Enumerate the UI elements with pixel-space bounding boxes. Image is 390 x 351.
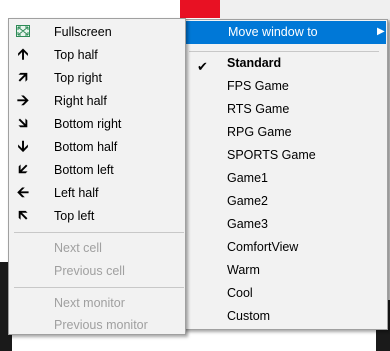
- position-label-left-half: Left half: [54, 186, 99, 200]
- move-window-to-label: Move window to: [228, 25, 318, 39]
- position-item-bottom-left[interactable]: 🡯 Bottom left: [9, 159, 185, 182]
- arrow-up-icon: 🡩: [17, 46, 29, 63]
- preset-item-cool[interactable]: Cool: [227, 282, 377, 305]
- position-label-top-left: Top left: [54, 209, 95, 223]
- position-item-left-half[interactable]: 🡨 Left half: [9, 182, 185, 205]
- position-item-fullscreen[interactable]: Fullscreen: [9, 21, 185, 44]
- previous-cell-label: Previous cell: [54, 264, 125, 278]
- next-cell-label: Next cell: [54, 241, 102, 255]
- position-label-top-right: Top right: [54, 71, 102, 85]
- position-label-top-half: Top half: [54, 48, 98, 62]
- preset-item-custom[interactable]: Custom: [227, 305, 377, 328]
- preset-item-game1[interactable]: Game1: [227, 167, 377, 190]
- position-item-top-right[interactable]: 🡭 Top right: [9, 67, 185, 90]
- preset-item-game3[interactable]: Game3: [227, 213, 377, 236]
- arrow-up-left-icon: 🡬: [18, 207, 28, 224]
- next-cell-item: Next cell: [9, 237, 185, 260]
- next-monitor-label: Next monitor: [54, 296, 125, 310]
- move-window-to-item[interactable]: Move window to ▶: [182, 21, 386, 44]
- previous-cell-item: Previous cell: [9, 260, 185, 283]
- next-monitor-item: Next monitor: [9, 292, 185, 315]
- preset-item-sports-game[interactable]: SPORTS Game: [227, 144, 377, 167]
- arrow-down-icon: 🡫: [17, 138, 29, 155]
- position-item-top-left[interactable]: 🡬 Top left: [9, 205, 185, 228]
- position-item-bottom-half[interactable]: 🡫 Bottom half: [9, 136, 185, 159]
- fullscreen-icon: [16, 25, 30, 37]
- preset-item-warm[interactable]: Warm: [227, 259, 377, 282]
- position-label-bottom-left: Bottom left: [54, 163, 114, 177]
- position-item-bottom-right[interactable]: 🡮 Bottom right: [9, 113, 185, 136]
- arrow-down-left-icon: 🡯: [18, 161, 28, 178]
- position-label-right-half: Right half: [54, 94, 107, 108]
- window-title-strip: [220, 0, 390, 20]
- preset-menu: Move window to ▶ ✔ Standard FPS Game RTS…: [180, 19, 388, 330]
- submenu-arrow-icon: ▶: [377, 26, 385, 37]
- arrow-up-right-icon: 🡭: [18, 69, 28, 86]
- preset-item-rts-game[interactable]: RTS Game: [227, 98, 377, 121]
- menu-separator: [14, 287, 184, 288]
- preset-item-standard[interactable]: Standard: [227, 52, 377, 75]
- previous-monitor-item: Previous monitor: [9, 314, 185, 337]
- position-menu: Fullscreen 🡩 Top half 🡭 Top right 🡪 Righ…: [8, 18, 186, 335]
- arrow-left-icon: 🡨: [16, 184, 30, 201]
- position-item-right-half[interactable]: 🡪 Right half: [9, 90, 185, 113]
- arrow-right-icon: 🡪: [16, 92, 30, 109]
- preset-item-rpg-game[interactable]: RPG Game: [227, 121, 377, 144]
- position-label-fullscreen: Fullscreen: [54, 25, 112, 39]
- previous-monitor-label: Previous monitor: [54, 318, 148, 332]
- menu-separator: [14, 232, 184, 233]
- checkmark-icon: ✔: [197, 59, 208, 74]
- position-label-bottom-half: Bottom half: [54, 140, 118, 154]
- position-item-top-half[interactable]: 🡩 Top half: [9, 44, 185, 67]
- arrow-down-right-icon: 🡮: [18, 115, 28, 132]
- preset-item-comfortview[interactable]: ComfortView: [227, 236, 377, 259]
- position-label-bottom-right: Bottom right: [54, 117, 122, 131]
- preset-item-game2[interactable]: Game2: [227, 190, 377, 213]
- preset-item-fps-game[interactable]: FPS Game: [227, 75, 377, 98]
- window-close-area: [180, 0, 220, 18]
